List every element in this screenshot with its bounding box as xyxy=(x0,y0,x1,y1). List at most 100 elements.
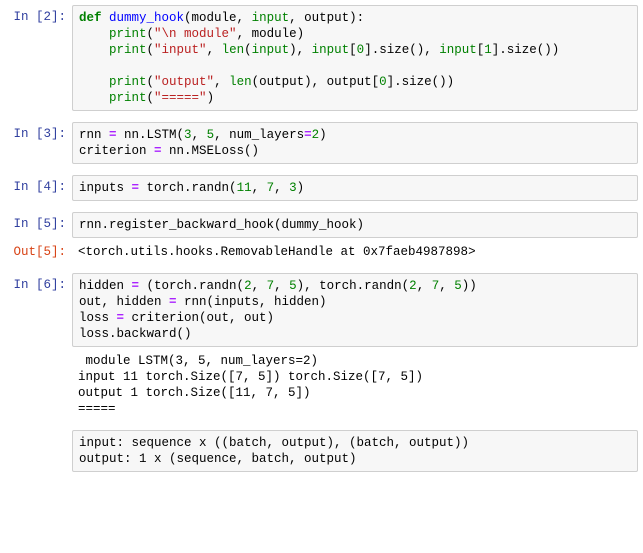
code-token: (torch.randn( xyxy=(139,279,245,293)
cell-in-5-prompt: In [5]: xyxy=(13,217,66,231)
code-token: (module, xyxy=(184,11,252,25)
cell-in-notes-source[interactable]: input: sequence x ((batch, output), (bat… xyxy=(79,435,633,467)
code-token: def xyxy=(79,11,102,25)
code-token: 2 xyxy=(244,279,252,293)
cell-out-5-body: <torch.utils.hooks.RemovableHandle at 0x… xyxy=(72,240,638,262)
code-token: "=====" xyxy=(154,91,207,105)
code-token: print xyxy=(109,75,147,89)
cell-in-6-editor[interactable]: hidden = (torch.randn(2, 7, 5), torch.ra… xyxy=(72,273,638,347)
code-token: "input" xyxy=(154,43,207,57)
cell-in-notes[interactable]: input: sequence x ((batch, output), (bat… xyxy=(0,430,643,472)
code-token: 2 xyxy=(311,128,320,142)
code-token: ) xyxy=(319,128,327,142)
code-token: out, hidden xyxy=(79,295,170,309)
code-token: , xyxy=(274,279,290,293)
code-token: ( xyxy=(244,43,252,57)
cell-stdout-6-prompt xyxy=(0,349,72,353)
cell-in-2-source[interactable]: def dummy_hook(module, input, output): p… xyxy=(79,10,633,106)
cell-in-4[interactable]: In [4]: inputs = torch.randn(11, 7, 3) xyxy=(0,175,643,201)
code-token: nn.MSELoss() xyxy=(161,144,260,158)
cell-in-notes-editor[interactable]: input: sequence x ((batch, output), (bat… xyxy=(72,430,638,472)
cell-in-6-source[interactable]: hidden = (torch.randn(2, 7, 5), torch.ra… xyxy=(79,278,633,342)
cell-stdout-6-body: module LSTM(3, 5, num_layers=2) input 11… xyxy=(72,349,638,419)
code-token: ].size()) xyxy=(386,75,455,89)
code-token: ), xyxy=(289,43,312,57)
code-token: criterion(out, out) xyxy=(124,311,275,325)
code-token: ) xyxy=(296,181,305,195)
cell-stdout-6[interactable]: module LSTM(3, 5, num_layers=2) input 11… xyxy=(0,349,643,419)
code-token: 11 xyxy=(236,181,252,195)
code-token: input xyxy=(251,11,290,25)
code-token: , xyxy=(251,279,267,293)
code-token: , xyxy=(274,181,290,195)
code-token: ( xyxy=(146,91,155,105)
code-token: , xyxy=(206,43,222,57)
code-token: output: 1 x (sequence, batch, output) xyxy=(79,452,357,466)
code-token: = xyxy=(116,311,125,325)
cell-in-4-prompt: In [4]: xyxy=(13,180,66,194)
code-token: , xyxy=(439,279,455,293)
code-token: 1 xyxy=(484,43,492,57)
cell-in-5[interactable]: In [5]: rnn.register_backward_hook(dummy_… xyxy=(0,212,643,238)
cell-in-3-source[interactable]: rnn = nn.LSTM(3, 5, num_layers=2) criter… xyxy=(79,127,633,159)
code-token: ].size(), xyxy=(364,43,440,57)
code-token: input xyxy=(311,43,350,57)
cell-in-5-editor[interactable]: rnn.register_backward_hook(dummy_hook) xyxy=(72,212,638,238)
code-token: [ xyxy=(349,43,357,57)
code-token: input: sequence x ((batch, output), (bat… xyxy=(79,436,470,450)
cell-in-4-editor[interactable]: inputs = torch.randn(11, 7, 3) xyxy=(72,175,638,201)
code-token: len xyxy=(229,75,252,89)
cell-in-6-prompt: In [6]: xyxy=(13,278,66,292)
code-token: len xyxy=(221,43,245,57)
cell-in-2-prompt: In [2]: xyxy=(13,10,66,24)
code-token: 3 xyxy=(184,128,192,142)
code-token: inputs xyxy=(79,181,132,195)
code-token: loss xyxy=(79,311,117,325)
code-token: hidden xyxy=(79,279,132,293)
cell-in-6[interactable]: In [6]: hidden = (torch.randn(2, 7, 5), t… xyxy=(0,273,643,347)
code-token: 7 xyxy=(266,181,275,195)
code-token: )) xyxy=(461,279,477,293)
cell-in-3-editor[interactable]: rnn = nn.LSTM(3, 5, num_layers=2) criter… xyxy=(72,122,638,164)
code-token: , num_layers xyxy=(214,128,305,142)
notebook-container: In [2]: def dummy_hook(module, input, out… xyxy=(0,0,643,472)
code-token: loss.backward() xyxy=(79,327,192,341)
code-token: 2 xyxy=(409,279,417,293)
code-token: rnn.register_backward_hook xyxy=(79,218,275,232)
code-token: 5 xyxy=(454,279,462,293)
cell-out-5[interactable]: Out[5]: <torch.utils.hooks.RemovableHandl… xyxy=(0,240,643,262)
cell-in-2-editor[interactable]: def dummy_hook(module, input, output): p… xyxy=(72,5,638,111)
code-token: = xyxy=(154,144,162,158)
code-token: 0 xyxy=(379,75,387,89)
code-token: , xyxy=(191,128,207,142)
cell-in-3[interactable]: In [3]: rnn = nn.LSTM(3, 5, num_layers=2)… xyxy=(0,122,643,164)
code-token: (output), output[ xyxy=(251,75,380,89)
code-token: rnn(inputs, hidden) xyxy=(176,295,327,309)
code-token: "\n module" xyxy=(154,27,237,41)
code-token: , xyxy=(214,75,230,89)
code-token: print xyxy=(109,91,147,105)
code-token: ) xyxy=(206,91,215,105)
code-token: print xyxy=(109,43,147,57)
code-token: "output" xyxy=(154,75,215,89)
code-token: dummy_hook xyxy=(109,11,185,25)
code-token: nn.LSTM( xyxy=(116,128,185,142)
code-token: criterion xyxy=(79,144,155,158)
code-token: , xyxy=(416,279,432,293)
cell-in-2[interactable]: In [2]: def dummy_hook(module, input, out… xyxy=(0,5,643,111)
code-token: ( xyxy=(146,75,155,89)
code-token: ].size()) xyxy=(491,43,560,57)
code-token: ( xyxy=(146,27,155,41)
code-token: = xyxy=(109,128,117,142)
code-token: , xyxy=(251,181,267,195)
cell-in-4-source[interactable]: inputs = torch.randn(11, 7, 3) xyxy=(79,180,633,196)
code-token: = xyxy=(131,279,140,293)
cell-in-3-prompt: In [3]: xyxy=(13,127,66,141)
code-token: = xyxy=(131,181,140,195)
cell-in-5-source[interactable]: rnn.register_backward_hook(dummy_hook) xyxy=(79,217,633,233)
code-token: 7 xyxy=(266,279,275,293)
